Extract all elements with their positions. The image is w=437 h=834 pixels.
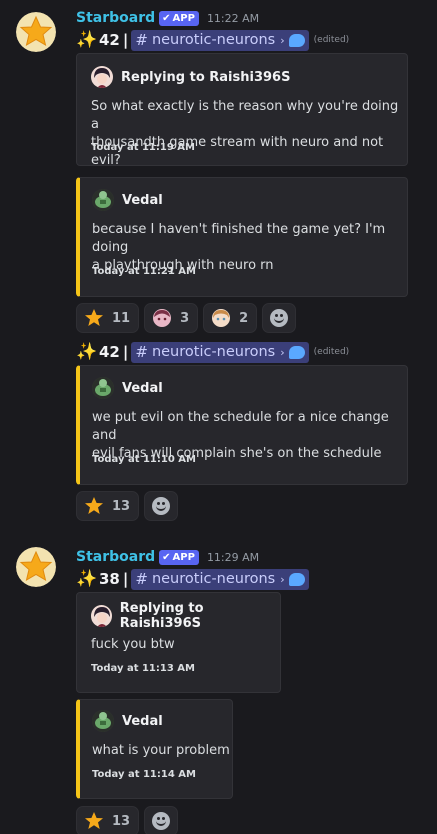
star-count: 42 <box>99 343 120 361</box>
embed-author: Vedal <box>92 710 163 732</box>
star-avatar-icon <box>16 12 56 52</box>
edited-label: (edited) <box>313 347 350 357</box>
vedal-avatar <box>92 710 114 732</box>
add-reaction-icon <box>152 812 171 830</box>
checkmark-icon: ✔ <box>162 551 171 563</box>
embed-footer: Today at 11:13 AM <box>91 663 195 674</box>
sparkles-icon: ✨ <box>76 342 98 362</box>
channel-mention[interactable]: # neurotic-neurons › <box>131 568 309 590</box>
sparkles-icon: ✨ <box>76 30 98 50</box>
star-count: 42 <box>99 31 120 49</box>
timestamp[interactable]: 11:29 AM <box>207 551 259 564</box>
reaction-count: 11 <box>112 310 131 326</box>
edited-label: (edited) <box>313 35 350 45</box>
reaction-evil-emote[interactable]: 3 <box>144 303 199 333</box>
star-line: ✨ 38 | # neurotic-neurons › <box>76 568 309 590</box>
reactions-bar: 11 3 2 <box>76 303 297 333</box>
app-badge: ✔ APP <box>159 549 199 565</box>
hash-icon: # <box>135 31 148 49</box>
embed-body: So what exactly is the reason why you're… <box>91 99 399 168</box>
turtle-avatar-icon <box>92 189 114 211</box>
reaction-count: 3 <box>180 310 190 326</box>
timestamp[interactable]: 11:22 AM <box>207 12 259 25</box>
checkmark-icon: ✔ <box>162 12 171 24</box>
embed-footer: Today at 11:21 AM <box>92 266 196 277</box>
embed-author: Replying to Raishi396S <box>91 601 280 631</box>
sparkles-icon: ✨ <box>76 569 98 589</box>
star-avatar-icon <box>16 547 56 587</box>
turtle-avatar-icon <box>92 710 114 732</box>
speech-bubble-icon <box>288 33 305 47</box>
embed-author-name[interactable]: Vedal <box>122 381 163 396</box>
embed-author-name[interactable]: Replying to Raishi396S <box>120 601 280 631</box>
embed-body: fuck you btw <box>91 637 175 652</box>
embed-author-name[interactable]: Vedal <box>122 714 163 729</box>
reactions-bar: 13 <box>76 806 179 834</box>
username[interactable]: Starboard <box>76 10 155 26</box>
embed-body: what is your problem <box>92 743 230 758</box>
embed-footer: Today at 11:10 AM <box>92 454 196 465</box>
reactions-bar: 13 <box>76 491 179 521</box>
add-reaction-icon <box>270 309 289 327</box>
reaction-star[interactable]: 11 <box>76 303 140 333</box>
separator: | <box>122 31 129 49</box>
evil-emote-icon <box>152 308 172 328</box>
raishi-avatar <box>91 66 113 88</box>
turtle-avatar-icon <box>92 377 114 399</box>
star-emoji-icon <box>84 308 104 328</box>
reaction-count: 2 <box>239 310 249 326</box>
username[interactable]: Starboard <box>76 549 155 565</box>
vedal-avatar <box>92 377 114 399</box>
reaction-neuro-emote[interactable]: 2 <box>203 303 258 333</box>
embed-author-name[interactable]: Vedal <box>122 193 163 208</box>
add-reaction-button[interactable] <box>144 806 179 834</box>
hash-icon: # <box>135 343 148 361</box>
reaction-star[interactable]: 13 <box>76 806 140 834</box>
star-emoji-icon <box>84 496 104 516</box>
app-badge: ✔ APP <box>159 10 199 26</box>
add-reaction-button[interactable] <box>262 303 297 333</box>
reaction-star[interactable]: 13 <box>76 491 140 521</box>
raishi-avatar <box>91 605 112 627</box>
speech-bubble-icon <box>288 345 305 359</box>
speech-bubble-icon <box>288 572 305 586</box>
reply-embed[interactable]: Replying to Raishi396S fuck you btw Toda… <box>76 592 281 693</box>
add-reaction-button[interactable] <box>144 491 179 521</box>
channel-mention[interactable]: # neurotic-neurons › <box>131 29 309 51</box>
star-count: 38 <box>99 570 120 588</box>
star-line: ✨ 42 | # neurotic-neurons › (edited) <box>76 341 349 363</box>
vedal-avatar <box>92 189 114 211</box>
reaction-count: 13 <box>112 813 131 829</box>
embed-author: Vedal <box>92 377 163 399</box>
embed-footer: Today at 11:19 AM <box>91 142 195 153</box>
chevron-right-icon: › <box>280 572 285 586</box>
chevron-right-icon: › <box>280 33 285 47</box>
starboard-avatar[interactable] <box>16 12 56 52</box>
avatar-icon <box>91 605 112 627</box>
highlight-embed[interactable]: Vedal we put evil on the schedule for a … <box>76 365 408 485</box>
star-emoji-icon <box>84 811 104 831</box>
neuro-emote-icon <box>211 308 231 328</box>
highlight-embed[interactable]: Vedal because I haven't finished the gam… <box>76 177 408 297</box>
embed-author: Replying to Raishi396S <box>91 66 290 88</box>
embed-footer: Today at 11:14 AM <box>92 769 196 780</box>
channel-mention[interactable]: # neurotic-neurons › <box>131 341 309 363</box>
message-header: Starboard ✔ APP 11:22 AM <box>76 8 259 28</box>
separator: | <box>122 343 129 361</box>
chevron-right-icon: › <box>280 345 285 359</box>
embed-author: Vedal <box>92 189 163 211</box>
embed-author-name[interactable]: Replying to Raishi396S <box>121 70 290 85</box>
star-line: ✨ 42 | # neurotic-neurons › (edited) <box>76 29 349 51</box>
starboard-avatar[interactable] <box>16 547 56 587</box>
reply-embed[interactable]: Replying to Raishi396S So what exactly i… <box>76 53 408 168</box>
highlight-embed[interactable]: Vedal what is your problem Today at 11:1… <box>76 699 233 799</box>
reaction-count: 13 <box>112 498 131 514</box>
add-reaction-icon <box>152 497 171 515</box>
separator: | <box>122 570 129 588</box>
avatar-icon <box>91 66 113 88</box>
hash-icon: # <box>135 570 148 588</box>
message-header: Starboard ✔ APP 11:29 AM <box>76 547 259 567</box>
